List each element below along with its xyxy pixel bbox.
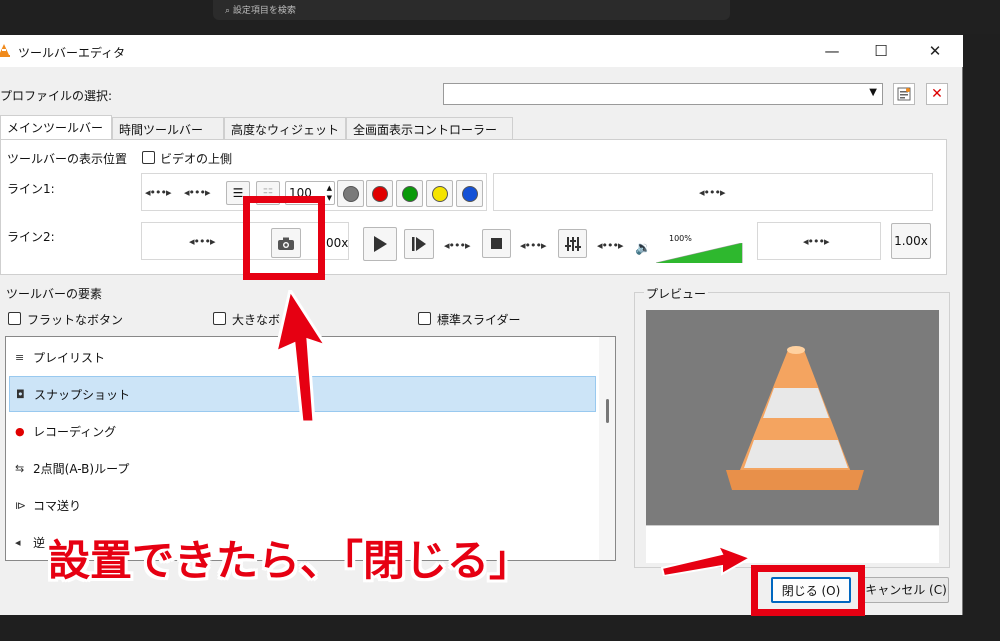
minimize-button[interactable]: — [815, 39, 849, 63]
elements-section-label: ツールバーの要素 [6, 287, 103, 301]
toolbar-position-label: ツールバーの表示位置 [7, 152, 128, 166]
profile-label: プロファイルの選択: [0, 89, 113, 103]
sliders-icon [564, 236, 581, 251]
frame-step-icon [412, 237, 426, 251]
camera-icon: ◘ [16, 387, 25, 401]
cancel-button[interactable]: キャンセル (C) [863, 577, 949, 603]
delete-x-icon: ✕ [931, 86, 943, 102]
highlight-box-snapshot [243, 196, 325, 280]
tab-main-toolbar[interactable]: メインツールバー [0, 115, 112, 139]
maximize-button[interactable]: ☐ [864, 39, 898, 63]
annotation-arrow-right [660, 546, 752, 576]
spacer-icon: ◂•••▸ [189, 235, 215, 248]
vlc-cone-icon [726, 346, 864, 490]
gray-dot-icon [342, 185, 359, 202]
equalizer-button[interactable] [558, 229, 587, 258]
main-toolbar-panel: ツールバーの表示位置 ビデオの上側 ライン1: ◂•••▸ ◂•••▸ ☰ ☷ … [0, 139, 947, 275]
play-icon [374, 236, 387, 252]
green-dot-icon [401, 185, 418, 202]
settings-search[interactable]: ⌕ 設定項目を検索 [213, 0, 730, 20]
line1-label: ライン1: [7, 182, 55, 196]
yellow-dot-icon [431, 185, 448, 202]
spacer-icon: ◂•••▸ [444, 239, 470, 252]
spacer-icon: ◂•••▸ [597, 239, 623, 252]
highlight-box-close [751, 565, 865, 616]
color-button-yellow[interactable] [426, 180, 453, 207]
blue-dot-icon [461, 185, 478, 202]
desktop-topbar: ⌕ 設定項目を検索 [0, 0, 1000, 34]
line2-label: ライン2: [7, 230, 55, 244]
spacer-icon: ◂•••▸ [184, 186, 210, 199]
stop-button[interactable] [482, 229, 511, 258]
next-frame-button[interactable] [404, 229, 434, 259]
playlist-icon: ≡ [15, 350, 25, 364]
list-icon: ☰ [232, 186, 244, 200]
spacer-icon: ◂•••▸ [145, 186, 171, 199]
tab-advanced-widgets[interactable]: 高度なウィジェット [224, 117, 346, 139]
color-button-red[interactable] [366, 180, 393, 207]
color-button-green[interactable] [396, 180, 423, 207]
annotation-text: 設置できたら、「閉じる」 [48, 536, 532, 585]
big-buttons-checkbox[interactable] [213, 312, 226, 325]
tab-time-toolbar[interactable]: 時間ツールバー [112, 117, 224, 139]
spinner-arrows-icon: ▲ ▼ [326, 184, 332, 202]
vlc-cone-icon [0, 44, 10, 57]
list-scrollbar[interactable] [599, 337, 615, 560]
profile-select[interactable]: ▼ [443, 83, 883, 105]
list-edit-icon [897, 87, 911, 101]
color-button-gray[interactable] [337, 180, 364, 207]
spacer-icon: ◂•••▸ [803, 235, 829, 248]
preview-area [646, 310, 939, 563]
tab-fullscreen-controller[interactable]: 全画面表示コントローラー [346, 117, 513, 139]
speaker-icon: 🔉 [635, 241, 652, 256]
list-item[interactable]: ⇆ 2点間(A-B)ループ [9, 450, 596, 486]
spacer-icon: ◂•••▸ [520, 239, 546, 252]
search-icon: ⌕ [225, 6, 233, 16]
stop-icon [491, 238, 502, 249]
play-button[interactable] [363, 227, 397, 261]
red-dot-icon [371, 185, 388, 202]
annotation-arrow-up [273, 290, 330, 424]
ab-loop-icon: ⇆ [15, 461, 25, 475]
delete-profile-button[interactable]: ✕ [926, 83, 948, 105]
playback-speed-button[interactable]: 1.00x [891, 223, 931, 259]
standard-slider-label: 標準スライダー [437, 313, 521, 327]
scrollbar-thumb[interactable] [606, 399, 609, 423]
video-top-label: ビデオの上側 [160, 152, 233, 166]
video-top-checkbox[interactable] [142, 151, 155, 164]
list-item[interactable]: ⧐ コマ送り [9, 487, 596, 523]
speed-label-partial: 00x [326, 236, 349, 250]
volume-slider[interactable] [656, 243, 744, 263]
flat-buttons-label: フラットなボタン [27, 313, 124, 327]
title-bar: ツールバーエディタ — ☐ ✕ [0, 35, 963, 67]
window-close-button[interactable]: ✕ [918, 39, 952, 63]
chevron-down-icon: ▼ [869, 87, 877, 98]
frame-step-icon: ⧐ [15, 498, 26, 512]
reverse-icon: ◂ [15, 535, 21, 549]
window-title: ツールバーエディタ [18, 46, 126, 60]
record-icon: ● [15, 424, 25, 438]
flat-buttons-checkbox[interactable] [8, 312, 21, 325]
new-profile-button[interactable] [893, 83, 915, 105]
preview-label: プレビュー [644, 285, 709, 302]
color-button-blue[interactable] [456, 180, 483, 207]
spacer-icon: ◂•••▸ [699, 186, 725, 199]
standard-slider-checkbox[interactable] [418, 312, 431, 325]
volume-percent: 100% [669, 234, 692, 243]
